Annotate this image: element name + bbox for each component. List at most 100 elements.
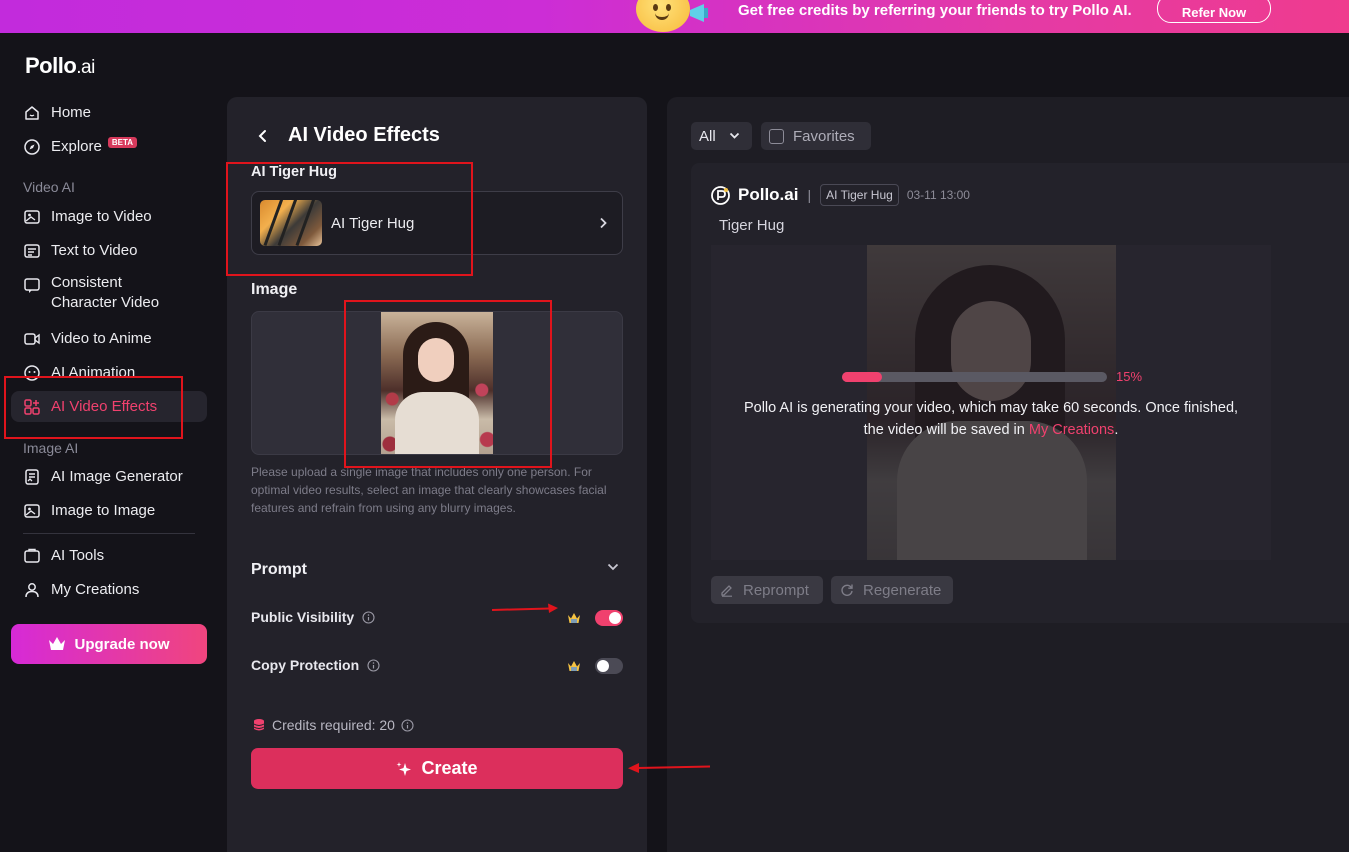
- sidebar-item-video-to-anime[interactable]: Video to Anime: [11, 323, 207, 354]
- credits-text: Credits required: 20: [272, 717, 395, 733]
- sidebar-item-label: Explore: [51, 138, 102, 155]
- chevron-down-icon[interactable]: [607, 563, 619, 571]
- back-arrow-icon[interactable]: [256, 129, 270, 143]
- sidebar-item-my-creations[interactable]: My Creations: [11, 574, 207, 605]
- image-to-image-icon: [24, 503, 40, 518]
- my-creations-link[interactable]: My Creations: [1029, 422, 1114, 438]
- refer-now-button[interactable]: Refer Now: [1157, 0, 1271, 23]
- card-header: Pollo.ai | AI Tiger Hug 03-11 13:00: [711, 184, 970, 206]
- sidebar-item-ai-animation[interactable]: AI Animation: [11, 357, 207, 388]
- regenerate-label: Regenerate: [863, 581, 942, 599]
- filter-dropdown[interactable]: All: [691, 122, 752, 150]
- reprompt-label: Reprompt: [743, 581, 809, 599]
- user-icon: [25, 582, 39, 597]
- beta-badge: BETA: [107, 137, 138, 148]
- favorites-label: Favorites: [793, 127, 855, 145]
- sidebar-item-explore[interactable]: Explore BETA: [11, 131, 207, 162]
- effect-thumbnail: [260, 200, 322, 246]
- create-button[interactable]: Create: [251, 748, 623, 789]
- sparkle-icon: [396, 761, 412, 776]
- effects-form-panel: AI Video Effects AI Tiger Hug AI Tiger H…: [227, 97, 647, 852]
- compass-icon: [24, 138, 40, 155]
- page-title: AI Video Effects: [256, 124, 440, 147]
- sidebar-item-ai-tools[interactable]: AI Tools: [11, 540, 207, 571]
- image-section-label: Image: [251, 281, 298, 298]
- effect-section-label: AI Tiger Hug: [251, 164, 337, 180]
- results-panel: All Favorites Pollo.ai | AI Tiger Hug 03…: [667, 97, 1349, 852]
- premium-crown-icon: [568, 661, 580, 671]
- text-video-icon: [24, 243, 40, 258]
- animation-face-icon: [24, 364, 40, 381]
- uploaded-image: [381, 312, 493, 454]
- sidebar-item-label: AI Video Effects: [51, 398, 158, 415]
- info-icon[interactable]: [367, 658, 380, 672]
- progress-percent: 15%: [1116, 369, 1143, 384]
- favorites-filter[interactable]: Favorites: [761, 122, 871, 150]
- progress-fill: [842, 372, 882, 382]
- sidebar-item-label: Consistent Character Video: [51, 274, 160, 311]
- sidebar-item-label: Home: [51, 104, 92, 121]
- coins-icon: [253, 719, 265, 731]
- chevron-right-icon: [600, 217, 607, 229]
- edit-icon: [721, 585, 732, 597]
- card-separator: |: [807, 187, 812, 203]
- sidebar-divider: [23, 533, 195, 534]
- home-icon: [25, 105, 39, 120]
- info-icon[interactable]: [401, 718, 414, 732]
- upload-hint: Please upload a single image that includ…: [251, 465, 607, 515]
- referral-banner: Get free credits by referring your frien…: [0, 0, 1349, 33]
- refresh-icon: [841, 584, 853, 596]
- sidebar-item-label: Video to Anime: [51, 330, 152, 347]
- sidebar-item-ai-video-effects[interactable]: AI Video Effects: [11, 391, 207, 422]
- video-anime-icon: [24, 332, 40, 345]
- sidebar-item-consistent-character-video[interactable]: Consistent Character Video: [11, 269, 207, 313]
- section-image-ai: Image AI: [23, 440, 79, 456]
- upgrade-now-button[interactable]: Upgrade now: [11, 624, 207, 664]
- video-preview: 15% Pollo AI is generating your video, w…: [711, 245, 1271, 560]
- credits-required: Credits required: 20: [253, 717, 414, 733]
- public-visibility-label: Public Visibility: [251, 609, 375, 625]
- sidebar-item-label: My Creations: [51, 581, 140, 598]
- sidebar-item-image-to-image[interactable]: Image to Image: [11, 495, 207, 526]
- sidebar-item-label: AI Image Generator: [51, 468, 183, 485]
- logo[interactable]: Pollo.ai: [25, 53, 95, 79]
- smiley-mascot-icon: [636, 0, 690, 32]
- card-brand: Pollo.ai: [738, 185, 799, 204]
- image-upload-area[interactable]: [251, 311, 623, 455]
- info-icon[interactable]: [362, 610, 375, 624]
- page-title-text: AI Video Effects: [288, 124, 440, 146]
- megaphone-icon: [690, 4, 708, 22]
- pollo-logo-icon: [711, 185, 730, 205]
- sidebar-item-label: Image to Image: [51, 502, 156, 519]
- sidebar-item-image-to-video[interactable]: Image to Video: [11, 201, 207, 232]
- favorites-checkbox[interactable]: [769, 128, 784, 144]
- chevron-down-icon: [729, 132, 739, 139]
- sidebar-item-home[interactable]: Home: [11, 97, 207, 128]
- filter-value: All: [699, 127, 716, 145]
- copy-protection-toggle[interactable]: [595, 658, 623, 674]
- sidebar-item-ai-image-generator[interactable]: AI Image Generator: [11, 461, 207, 492]
- effect-tag: AI Tiger Hug: [820, 184, 899, 206]
- public-visibility-toggle[interactable]: [595, 610, 623, 626]
- progress-bar: [842, 372, 1107, 382]
- section-video-ai: Video AI: [23, 179, 75, 195]
- effect-name: AI Tiger Hug: [331, 214, 415, 232]
- creation-title: Tiger Hug: [719, 217, 785, 234]
- sidebar: Pollo.ai Home Explore BETA Video AI Imag…: [0, 33, 218, 852]
- sidebar-item-label: AI Animation: [51, 364, 136, 381]
- creation-card: Pollo.ai | AI Tiger Hug 03-11 13:00 Tige…: [691, 163, 1349, 623]
- image-video-icon: [24, 209, 40, 224]
- sidebar-item-label: Image to Video: [51, 208, 152, 225]
- premium-crown-icon: [568, 613, 580, 623]
- create-label: Create: [421, 758, 478, 778]
- copy-protection-label: Copy Protection: [251, 657, 380, 673]
- timestamp: 03-11 13:00: [906, 188, 970, 202]
- sidebar-item-text-to-video[interactable]: Text to Video: [11, 235, 207, 266]
- character-video-icon: [24, 278, 40, 293]
- reprompt-button[interactable]: Reprompt: [711, 576, 823, 604]
- effects-grid-icon: [24, 398, 40, 415]
- crown-icon: [49, 637, 66, 650]
- effect-selector[interactable]: AI Tiger Hug: [251, 191, 623, 255]
- prompt-section-label[interactable]: Prompt: [251, 561, 307, 579]
- regenerate-button[interactable]: Regenerate: [831, 576, 953, 604]
